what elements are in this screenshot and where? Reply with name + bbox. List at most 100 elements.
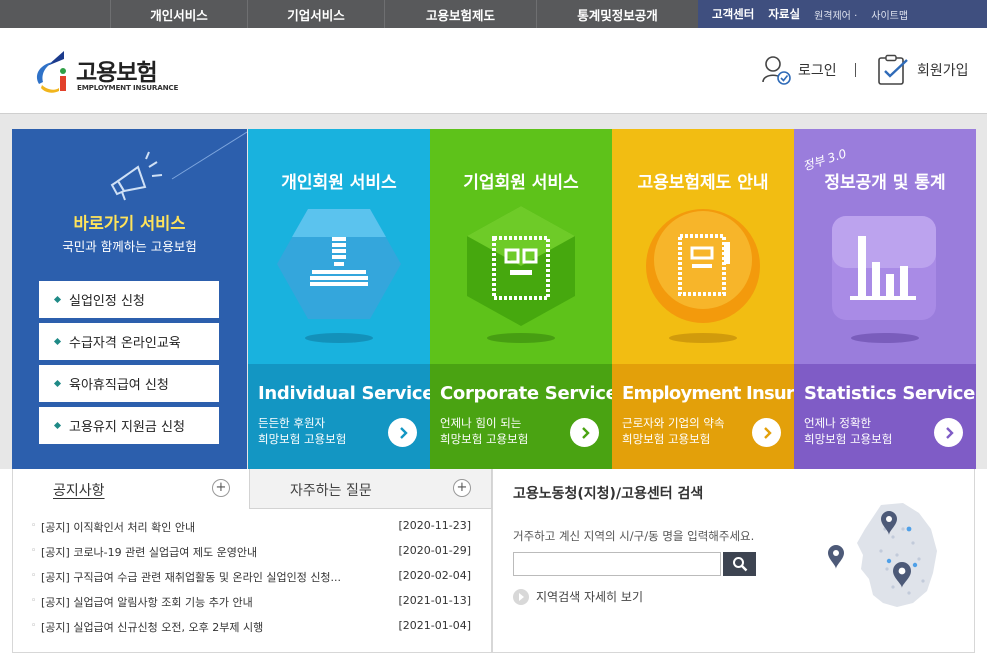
chevron-right-icon[interactable] <box>570 418 599 447</box>
topnav-corporate-service[interactable]: 기업서비스 <box>247 0 384 28</box>
topnav-individual-service[interactable]: 개인서비스 <box>110 0 247 28</box>
quick-button-label[interactable]: 육아휴직급여 신청 <box>69 374 169 393</box>
card-title-en: Statistics Service <box>804 383 976 404</box>
notice-title[interactable]: [공지] 이직확인서 처리 확인 안내 <box>41 519 371 535</box>
notice-item[interactable]: ◦ [공지] 이직확인서 처리 확인 안내 [2020-11-23] <box>31 519 471 544</box>
tab-faq-label[interactable]: 자주하는 질문 <box>290 480 372 500</box>
quick-online-education-button[interactable]: 수급자격 온라인교육 <box>39 323 219 360</box>
top-navigation: 개인서비스 기업서비스 고용보험제도 통계및정보공개 고객센터 자료실 원격제어… <box>0 0 987 28</box>
data-room-link[interactable]: 자료실 <box>768 6 800 22</box>
notice-date: [2021-01-04] <box>398 619 471 632</box>
insurance-document-icon <box>646 209 760 343</box>
utility-menu: 고객센터 자료실 원격제어 · 사이트맵 <box>698 0 987 28</box>
search-button[interactable] <box>723 552 756 576</box>
individual-service-card[interactable]: 개인회원 서비스 Individual Service 든든한 후원자 희망보험… <box>248 129 430 469</box>
bullet-icon: ◦ <box>31 621 37 631</box>
bullet-icon: ◦ <box>31 596 37 606</box>
notice-item[interactable]: ◦ [공지] 실업급여 알림사항 조회 기능 추가 안내 [2021-01-13] <box>31 594 471 619</box>
bullet-diamond-icon <box>53 295 62 304</box>
card-desc-2: 희망보험 고용보험 <box>622 432 711 446</box>
card-title-en: Corporate Service <box>440 383 612 404</box>
tab-notice-label[interactable]: 공지사항 <box>53 480 105 500</box>
header-divider <box>855 63 856 77</box>
korea-map-icon <box>828 503 937 607</box>
notice-list: ◦ [공지] 이직확인서 처리 확인 안내 [2020-11-23] ◦ [공지] 코… <box>31 519 471 644</box>
region-search-input[interactable] <box>513 552 721 576</box>
remote-control-link[interactable]: 원격제어 · <box>814 7 857 22</box>
statistics-chart-icon <box>832 216 936 343</box>
plus-more-icon[interactable]: + <box>212 479 230 497</box>
user-check-icon <box>762 56 791 85</box>
notice-panel: 공지사항 + 자주하는 질문 + ◦ [공지] 이직확인서 처리 확인 안내 [20… <box>12 469 492 653</box>
search-icon <box>732 557 747 572</box>
center-search-panel: 고용노동청(지청)/고용센터 검색 거주하고 계신 지역의 시/구/동 명을 입… <box>492 469 975 653</box>
notice-date: [2020-11-23] <box>398 519 471 532</box>
notice-title[interactable]: [공지] 실업급여 알림사항 조회 기능 추가 안내 <box>41 594 371 610</box>
topnav-insurance-system[interactable]: 고용보험제도 <box>384 0 536 28</box>
card-desc-1: 근로자와 기업의 약속 <box>622 416 725 430</box>
logo-english-text: EMPLOYMENT INSURANCE <box>77 83 179 92</box>
card-desc-1: 언제나 정확한 <box>804 416 872 430</box>
region-search-detail-link[interactable]: 지역검색 자세히 보기 <box>513 588 643 605</box>
bullet-icon: ◦ <box>31 521 37 531</box>
topnav-statistics[interactable]: 통계및정보공개 <box>536 0 698 28</box>
remote-control-label[interactable]: 원격제어 <box>814 11 851 22</box>
notice-item[interactable]: ◦ [공지] 구직급여 수급 관련 재취업활동 및 온라인 실업인정 신청... [… <box>31 569 471 594</box>
site-header: 고용보험 EMPLOYMENT INSURANCE 로그인 회원가입 <box>0 28 987 114</box>
center-search-title: 고용노동청(지청)/고용센터 검색 <box>513 486 704 502</box>
plus-more-icon[interactable]: + <box>453 479 471 497</box>
quick-parental-leave-button[interactable]: 육아휴직급여 신청 <box>39 365 219 402</box>
statistics-service-card[interactable]: 정부 3.0 정보공개 및 통계 Statistics Service 언제나 … <box>794 129 976 469</box>
signup-clipboard-icon <box>878 54 908 85</box>
play-arrow-icon <box>513 588 529 605</box>
notice-title[interactable]: [공지] 실업급여 신규신청 오전, 오후 2부제 시행 <box>41 619 371 635</box>
page: 개인서비스 기업서비스 고용보험제도 통계및정보공개 고객센터 자료실 원격제어… <box>0 0 987 653</box>
notice-date: [2021-01-13] <box>398 594 471 607</box>
signup-label[interactable]: 회원가입 <box>917 60 969 80</box>
bullet-icon: ◦ <box>31 571 37 581</box>
quick-service-panel: 바로가기 서비스 국민과 함께하는 고용보험 실업인정 신청 수급자격 온라인교… <box>12 129 247 469</box>
chevron-right-icon[interactable] <box>752 418 781 447</box>
quick-button-label[interactable]: 실업인정 신청 <box>69 290 145 309</box>
chevron-right-icon[interactable] <box>934 418 963 447</box>
megaphone-icon <box>110 131 247 201</box>
logo-korean-text: 고용보험 <box>76 60 158 86</box>
notice-item[interactable]: ◦ [공지] 코로나-19 관련 실업급여 제도 운영안내 [2020-01-29] <box>31 544 471 569</box>
customer-center-link[interactable]: 고객센터 <box>712 6 754 22</box>
notice-item[interactable]: ◦ [공지] 실업급여 신규신청 오전, 오후 2부제 시행 [2021-01-04… <box>31 619 471 644</box>
quick-button-label[interactable]: 수급자격 온라인교육 <box>69 332 181 351</box>
card-desc-2: 희망보험 고용보험 <box>440 432 529 446</box>
tab-faq[interactable]: 자주하는 질문 + <box>249 469 492 509</box>
corporate-building-icon <box>467 206 575 343</box>
card-title-ko: 정보공개 및 통계 <box>824 173 946 193</box>
notice-title[interactable]: [공지] 구직급여 수급 관련 재취업활동 및 온라인 실업인정 신청... <box>41 569 371 585</box>
notice-date: [2020-02-04] <box>398 569 471 582</box>
notice-title[interactable]: [공지] 코로나-19 관련 실업급여 제도 운영안내 <box>41 544 371 560</box>
topnav-spacer <box>0 0 110 28</box>
employment-insurance-card[interactable]: 고용보험제도 안내 Employment Insurance 근로자와 기업의 … <box>612 129 794 469</box>
tab-notice[interactable]: 공지사항 + <box>13 469 249 509</box>
bullet-diamond-icon <box>53 337 62 346</box>
card-desc-2: 희망보험 고용보험 <box>258 432 347 446</box>
card-title-ko: 개인회원 서비스 <box>281 173 397 193</box>
login-link[interactable]: 로그인 <box>760 54 837 86</box>
card-title-en: Employment Insurance <box>622 383 794 404</box>
region-search-detail-label[interactable]: 지역검색 자세히 보기 <box>536 588 643 605</box>
login-label[interactable]: 로그인 <box>798 60 837 80</box>
center-search-guide: 거주하고 계신 지역의 시/구/동 명을 입력해주세요. <box>513 529 755 543</box>
chevron-right-icon[interactable] <box>388 418 417 447</box>
quick-button-label[interactable]: 고용유지 지원금 신청 <box>69 416 185 435</box>
site-logo[interactable]: 고용보험 EMPLOYMENT INSURANCE <box>33 50 178 94</box>
quick-unemployment-recognition-button[interactable]: 실업인정 신청 <box>39 281 219 318</box>
bullet-diamond-icon <box>53 421 62 430</box>
notice-date: [2020-01-29] <box>398 544 471 557</box>
bullet-diamond-icon <box>53 379 62 388</box>
corporate-service-card[interactable]: 기업회원 서비스 Corporate Service 언제나 힘이 되는 희망보… <box>430 129 612 469</box>
sitemap-link[interactable]: 사이트맵 <box>871 7 908 22</box>
quick-employment-retention-button[interactable]: 고용유지 지원금 신청 <box>39 407 219 444</box>
card-title-ko: 고용보험제도 안내 <box>637 173 769 193</box>
logo-mark-icon <box>36 51 66 93</box>
card-title-en: Individual Service <box>258 383 430 404</box>
signup-link[interactable]: 회원가입 <box>877 54 969 86</box>
card-desc-1: 든든한 후원자 <box>258 416 326 430</box>
